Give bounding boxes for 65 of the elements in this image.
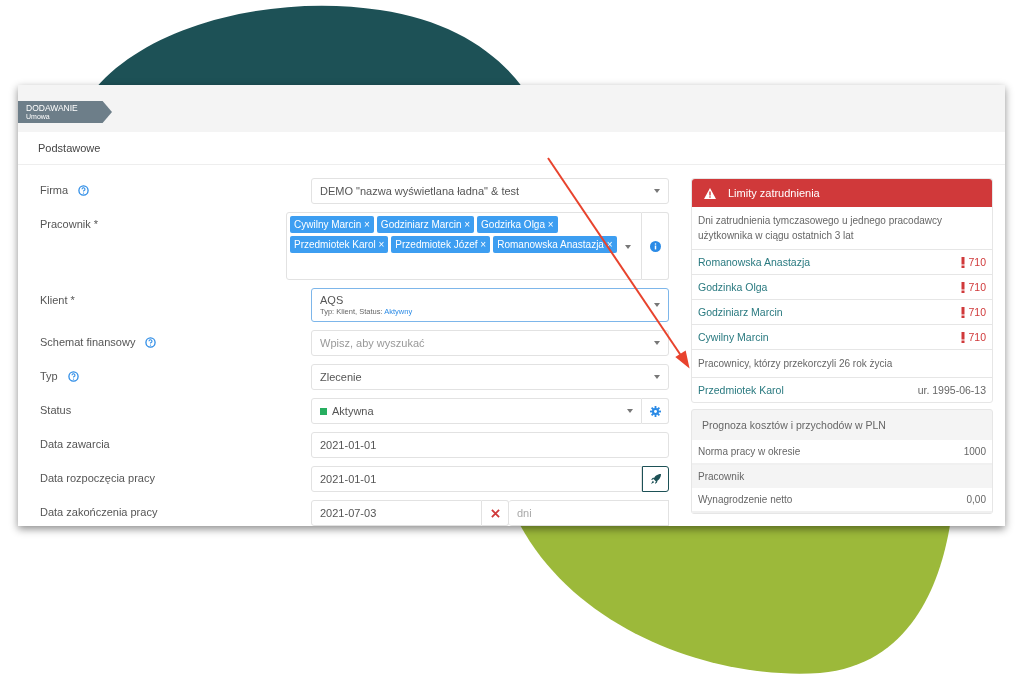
days-field[interactable]: dni (509, 500, 669, 526)
rocket-button[interactable] (642, 466, 669, 492)
rocket-icon (649, 473, 662, 485)
section-title: Podstawowe (18, 132, 1005, 165)
info-button[interactable] (642, 212, 669, 280)
limit-value: 710 (968, 281, 986, 293)
forecast-value: 0,00 (966, 494, 986, 505)
employee-tag[interactable]: Godzirka Olga × (477, 216, 558, 233)
employee-link[interactable]: Romanowska Anastazja (698, 256, 811, 268)
caret-icon (627, 409, 633, 413)
date-field[interactable]: 2021-07-03 (311, 500, 482, 526)
field-label: Typ (40, 370, 58, 382)
field-label: Schemat finansowy (40, 336, 136, 348)
field-label: Klient * (40, 294, 75, 306)
alert-title: Limity zatrudnienia (728, 187, 820, 199)
settings-icon (649, 405, 661, 417)
info-icon (649, 240, 661, 252)
caret-icon (654, 375, 660, 379)
select-field[interactable]: DEMO "nazwa wyświetlana ładna" & test (311, 178, 669, 204)
close-icon (490, 508, 500, 518)
employee-tag[interactable]: Przedmiotek Józef × (391, 236, 491, 253)
multi-select-field[interactable]: Cywilny Marcin × Godziniarz Marcin × Godzirka Olga × Przedmiotek Karol × Przedmiotek Józef × Romanowska Anastazja × (286, 212, 642, 280)
field-label: Firma (40, 184, 69, 196)
exclamation-icon (961, 306, 966, 318)
employee-tag[interactable]: Godziniarz Marcin × (376, 216, 475, 233)
exclamation-icon (961, 281, 966, 293)
employee-link[interactable]: Przedmiotek Karol (698, 384, 784, 396)
caret-icon (654, 189, 660, 193)
select-field[interactable]: Wpisz, aby wyszukać (311, 330, 669, 356)
exclamation-icon (961, 256, 966, 268)
caret-icon (625, 245, 631, 249)
status-select-field[interactable]: Aktywna (311, 398, 642, 424)
help-icon[interactable] (78, 184, 90, 196)
field-label: Pracownik * (40, 218, 99, 230)
employee-tag[interactable]: Romanowska Anastazja × (493, 236, 617, 253)
birth-date: ur. 1995-06-13 (917, 384, 986, 396)
field-label: Data zawarcia (40, 438, 110, 450)
help-icon[interactable] (145, 336, 157, 348)
employee-link[interactable]: Godziniarz Marcin (698, 306, 783, 318)
help-icon[interactable] (67, 370, 79, 382)
select-field[interactable]: Zlecenie (311, 364, 669, 390)
warning-icon (704, 187, 716, 199)
caret-icon (654, 303, 660, 307)
employee-tag[interactable]: Przedmiotek Karol × (290, 236, 389, 253)
field-label: Data rozpoczęcia pracy (40, 472, 155, 484)
forecast-value: 1000 (963, 446, 986, 457)
date-field[interactable]: 2021-01-01 (311, 466, 642, 492)
field-label: Data zakończenia pracy (40, 506, 158, 518)
settings-button[interactable] (642, 398, 669, 424)
limit-value: 710 (968, 331, 986, 343)
limits-description: Dni zatrudnienia tymczasowego u jednego pracodawcy użytkownika w ciągu ostatnich 3 lat (692, 207, 992, 250)
forecast-label: Norma pracy w okresie (698, 446, 801, 457)
caret-icon (654, 341, 660, 345)
employee-link[interactable]: Godzinka Olga (698, 281, 768, 293)
forecast-header: Prognoza kosztów i przychodów w PLN (701, 418, 887, 433)
exclamation-icon (961, 331, 966, 343)
field-label: Status (40, 404, 72, 416)
limit-value: 710 (968, 256, 986, 268)
forecast-label: Wynagrodzenie netto (698, 494, 793, 505)
age-note: Pracownicy, którzy przekorczyli 26 rok życia (692, 350, 992, 378)
employee-link[interactable]: Cywilny Marcin (698, 331, 769, 343)
limit-value: 710 (968, 306, 986, 318)
employee-tag[interactable]: Cywilny Marcin × (290, 216, 374, 233)
forecast-group: Pracownik (692, 465, 992, 488)
date-field[interactable]: 2021-01-01 (311, 432, 669, 458)
